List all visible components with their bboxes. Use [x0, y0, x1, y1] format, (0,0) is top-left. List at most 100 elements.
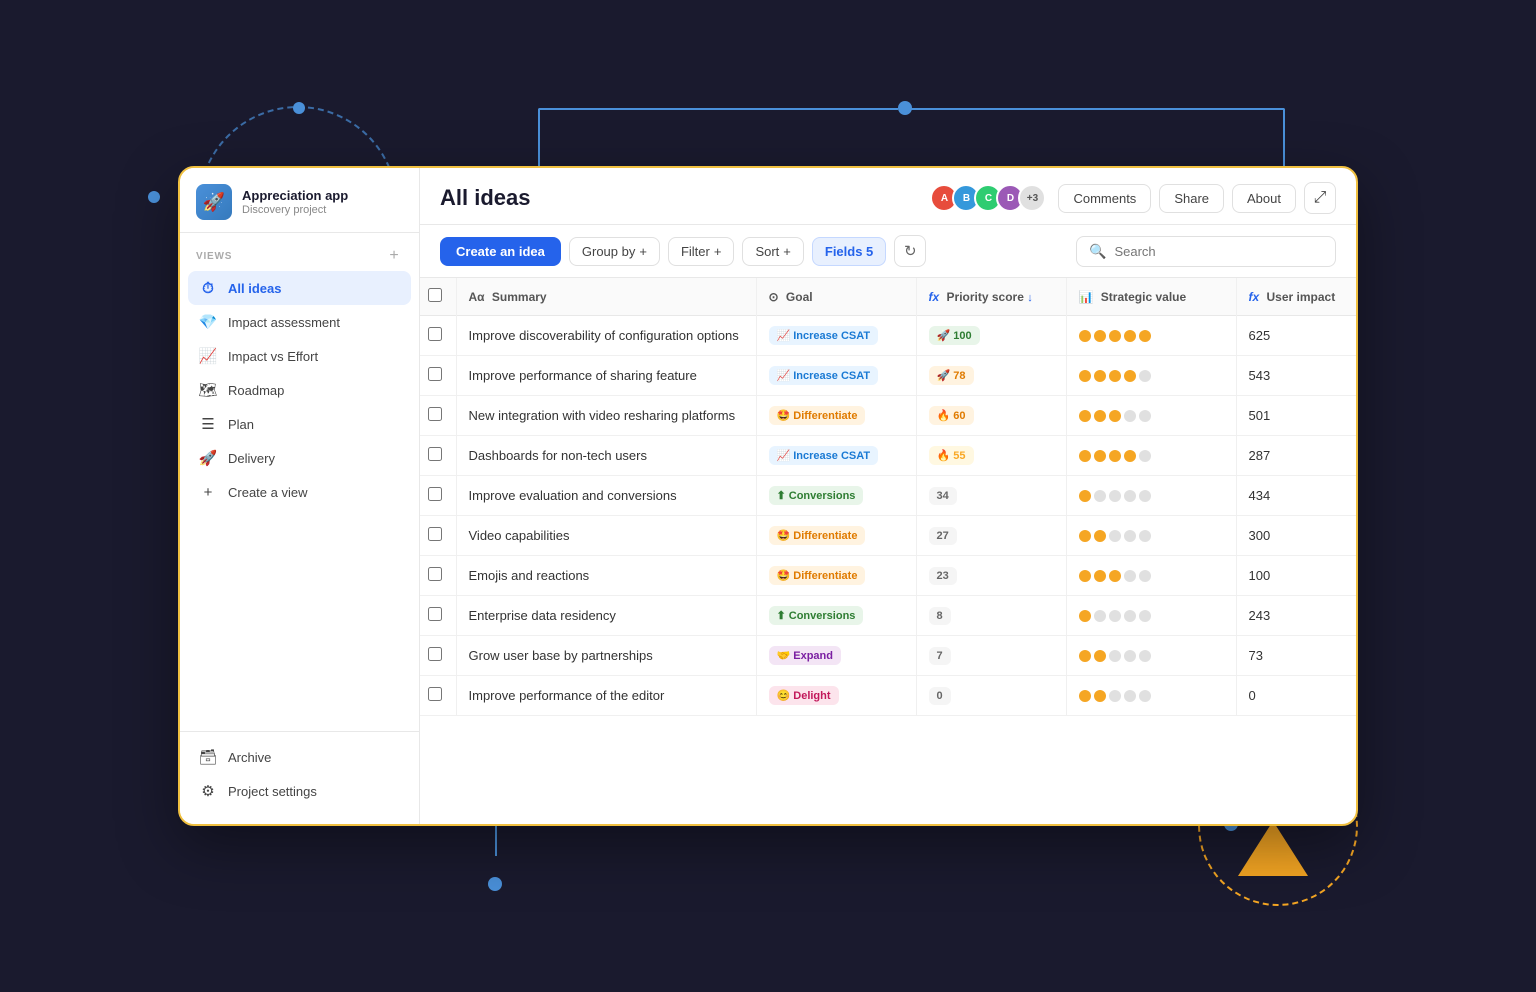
row-goal: 🤩 Differentiate — [756, 396, 916, 436]
row-priority-score: 27 — [916, 516, 1066, 556]
row-priority-score: 🔥 55 — [916, 436, 1066, 476]
row-summary[interactable]: Emojis and reactions — [456, 556, 756, 596]
dot-filled — [1079, 650, 1091, 662]
row-priority-score: 🔥 60 — [916, 396, 1066, 436]
search-input[interactable] — [1114, 244, 1323, 259]
share-button[interactable]: Share — [1159, 184, 1224, 213]
add-view-button[interactable]: + — [385, 247, 403, 265]
user-impact-value: 73 — [1249, 648, 1263, 663]
page-title: All ideas — [440, 185, 530, 211]
row-checkbox[interactable] — [428, 607, 442, 621]
sidebar-item-archive[interactable]: 🗃 Archive — [188, 740, 411, 774]
row-strategic-value — [1066, 596, 1236, 636]
row-summary[interactable]: Improve evaluation and conversions — [456, 476, 756, 516]
row-checkbox[interactable] — [428, 327, 442, 341]
sidebar-item-label: Plan — [228, 417, 254, 432]
table-row: Improve discoverability of configuration… — [420, 316, 1356, 356]
user-impact-value: 300 — [1249, 528, 1271, 543]
row-summary[interactable]: Enterprise data residency — [456, 596, 756, 636]
avatar-count: +3 — [1018, 184, 1046, 212]
sort-icon: + — [783, 244, 791, 259]
filter-button[interactable]: Filter + — [668, 237, 734, 266]
row-checkbox[interactable] — [428, 687, 442, 701]
row-user-impact: 73 — [1236, 636, 1356, 676]
row-summary[interactable]: Improve performance of the editor — [456, 676, 756, 716]
sidebar: 🚀 Appreciation app Discovery project VIE… — [180, 168, 420, 824]
row-checkbox[interactable] — [428, 487, 442, 501]
row-summary[interactable]: New integration with video resharing pla… — [456, 396, 756, 436]
row-summary[interactable]: Grow user base by partnerships — [456, 636, 756, 676]
row-checkbox[interactable] — [428, 407, 442, 421]
sidebar-item-plan[interactable]: ☰ Plan — [188, 407, 411, 441]
th-strategic-value[interactable]: 📊 Strategic value — [1066, 278, 1236, 316]
dot-filled — [1079, 530, 1091, 542]
dot-filled — [1094, 330, 1106, 342]
comments-button[interactable]: Comments — [1058, 184, 1151, 213]
row-checkbox[interactable] — [428, 647, 442, 661]
goal-badge: ⬆ Conversions — [769, 606, 864, 625]
row-goal: 📈 Increase CSAT — [756, 436, 916, 476]
sidebar-item-label: Delivery — [228, 451, 275, 466]
strategic-dots — [1079, 530, 1224, 542]
sidebar-item-all-ideas[interactable]: ⏱ All ideas — [188, 271, 411, 305]
row-checkbox-cell — [420, 396, 456, 436]
dot-filled — [1124, 330, 1136, 342]
group-by-label: Group by — [582, 244, 635, 259]
row-user-impact: 434 — [1236, 476, 1356, 516]
row-checkbox[interactable] — [428, 567, 442, 581]
sidebar-item-impact-vs-effort[interactable]: 📈 Impact vs Effort — [188, 339, 411, 373]
row-user-impact: 287 — [1236, 436, 1356, 476]
row-summary[interactable]: Improve discoverability of configuration… — [456, 316, 756, 356]
create-idea-button[interactable]: Create an idea — [440, 237, 561, 266]
row-user-impact: 243 — [1236, 596, 1356, 636]
dot-empty — [1124, 570, 1136, 582]
goal-badge: 🤩 Differentiate — [769, 566, 866, 585]
about-button[interactable]: About — [1232, 184, 1296, 213]
sidebar-item-delivery[interactable]: 🚀 Delivery — [188, 441, 411, 475]
table-row: Dashboards for non-tech users📈 Increase … — [420, 436, 1356, 476]
outer-canvas: 🚀 Appreciation app Discovery project VIE… — [118, 136, 1418, 856]
sidebar-item-impact-assessment[interactable]: 💎 Impact assessment — [188, 305, 411, 339]
expand-button[interactable]: ⤢ — [1304, 182, 1336, 214]
row-goal: 🤩 Differentiate — [756, 516, 916, 556]
goal-badge: 🤩 Differentiate — [769, 526, 866, 545]
priority-badge: 7 — [929, 647, 951, 665]
row-summary[interactable]: Video capabilities — [456, 516, 756, 556]
row-strategic-value — [1066, 636, 1236, 676]
sort-button[interactable]: Sort + — [742, 237, 803, 266]
th-summary[interactable]: Aα Summary — [456, 278, 756, 316]
dot-filled — [1079, 690, 1091, 702]
sidebar-item-project-settings[interactable]: ⚙ Project settings — [188, 774, 411, 808]
priority-badge: 23 — [929, 567, 957, 585]
app-subtitle: Discovery project — [242, 204, 348, 216]
select-all-checkbox[interactable] — [428, 288, 442, 302]
user-impact-value: 243 — [1249, 608, 1271, 623]
dot-filled — [1094, 410, 1106, 422]
deco-dot-tl2 — [148, 191, 160, 203]
sidebar-item-create-view[interactable]: + Create a view — [188, 475, 411, 509]
row-priority-score: 🚀 78 — [916, 356, 1066, 396]
row-priority-score: 8 — [916, 596, 1066, 636]
row-summary[interactable]: Improve performance of sharing feature — [456, 356, 756, 396]
dot-filled — [1079, 450, 1091, 462]
th-user-impact[interactable]: fx User impact — [1236, 278, 1356, 316]
refresh-button[interactable]: ↻ — [894, 235, 926, 267]
user-impact-value: 0 — [1249, 688, 1256, 703]
dot-filled — [1109, 450, 1121, 462]
dot-empty — [1139, 410, 1151, 422]
impact-vs-effort-icon: 📈 — [198, 346, 218, 366]
th-priority-score[interactable]: fx Priority score ↓ — [916, 278, 1066, 316]
dot-filled — [1139, 330, 1151, 342]
sidebar-item-roadmap[interactable]: 🗺 Roadmap — [188, 373, 411, 407]
row-checkbox[interactable] — [428, 447, 442, 461]
row-checkbox[interactable] — [428, 527, 442, 541]
row-summary[interactable]: Dashboards for non-tech users — [456, 436, 756, 476]
row-goal: ⬆ Conversions — [756, 596, 916, 636]
strategic-dots — [1079, 570, 1224, 582]
fields-button[interactable]: Fields 5 — [812, 237, 886, 266]
th-goal[interactable]: ⊙ Goal — [756, 278, 916, 316]
row-checkbox[interactable] — [428, 367, 442, 381]
priority-badge: 🔥 55 — [929, 446, 974, 465]
top-bar-right: A B C D +3 Comments Share About ⤢ — [930, 182, 1336, 214]
group-by-button[interactable]: Group by + — [569, 237, 660, 266]
